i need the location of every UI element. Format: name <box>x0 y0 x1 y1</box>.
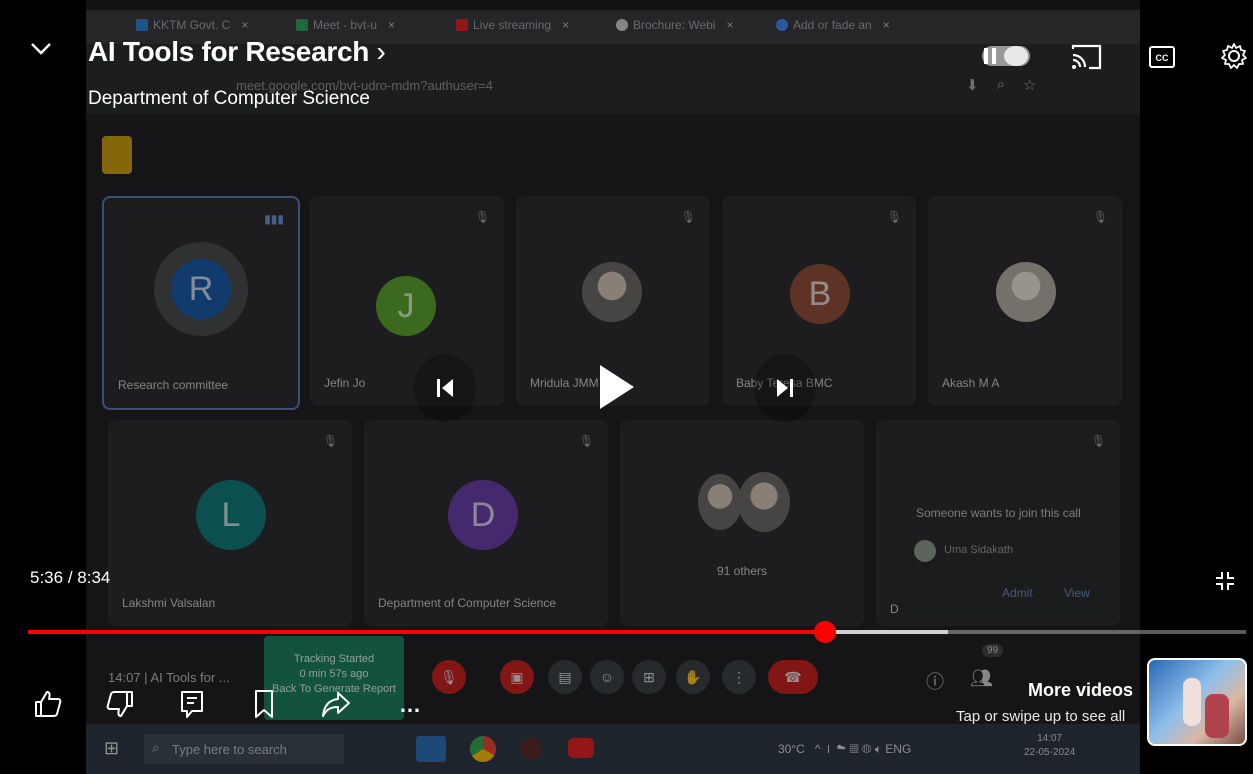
video-title-text: AI Tools for Research <box>88 36 370 67</box>
exit-fullscreen-icon[interactable] <box>1212 568 1238 594</box>
current-time: 5:36 <box>30 568 64 587</box>
next-icon[interactable] <box>754 354 816 422</box>
more-videos-hint: Tap or swipe up to see all <box>956 708 1126 725</box>
settings-icon[interactable] <box>1218 40 1250 72</box>
more-videos-thumbnail[interactable] <box>1147 658 1247 746</box>
video-title[interactable]: AI Tools for Research › <box>88 36 386 68</box>
collapse-icon[interactable] <box>26 34 56 64</box>
previous-icon[interactable] <box>414 354 476 422</box>
dislike-icon[interactable] <box>102 686 138 722</box>
autoplay-toggle[interactable] <box>982 46 1030 66</box>
like-icon[interactable] <box>30 686 66 722</box>
thumbnail-figure <box>1183 678 1201 726</box>
time-separator: / <box>63 568 78 587</box>
progress-played <box>28 630 825 634</box>
comments-icon[interactable] <box>174 686 210 722</box>
autoplay-toggle-knob <box>1004 46 1028 66</box>
play-icon[interactable] <box>578 342 654 432</box>
svg-text:CC: CC <box>1156 53 1169 63</box>
more-icon[interactable]: … <box>392 690 428 720</box>
thumbnail-figure <box>1205 694 1229 738</box>
captions-icon[interactable]: CC <box>1146 42 1178 72</box>
time-display: 5:36 / 8:34 <box>30 568 110 588</box>
chevron-right-icon: › <box>376 36 386 67</box>
video-duration: 8:34 <box>77 568 111 587</box>
scrubber-handle[interactable] <box>813 621 836 643</box>
share-icon[interactable] <box>318 686 354 722</box>
more-videos-label[interactable]: More videos <box>1028 680 1133 701</box>
cast-icon[interactable] <box>1066 40 1106 74</box>
video-player[interactable]: KKTM Govt. C × Meet - bvt-u × Live streami… <box>0 0 1253 774</box>
save-icon[interactable] <box>246 686 282 722</box>
channel-name[interactable]: Department of Computer Science <box>88 88 370 110</box>
